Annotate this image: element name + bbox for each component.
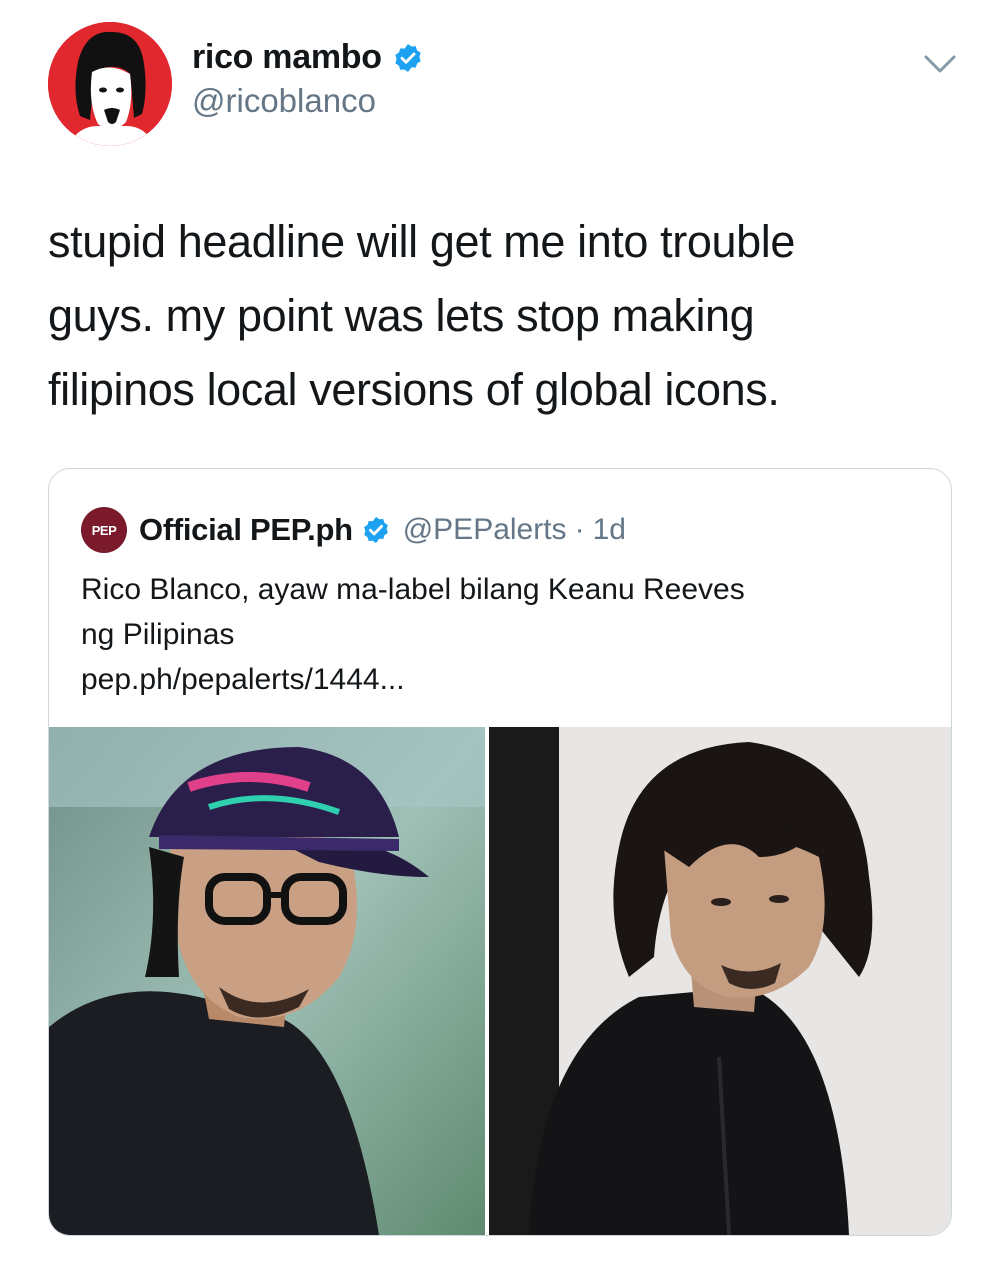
- tweet-text-line: guys. my point was lets stop making: [48, 290, 755, 341]
- quoted-timestamp[interactable]: 1d: [593, 513, 626, 547]
- quoted-text-line: Rico Blanco, ayaw ma-label bilang Keanu …: [81, 573, 745, 606]
- author-name-row[interactable]: rico mambo: [192, 38, 424, 77]
- separator-dot: ·: [574, 513, 585, 546]
- avatar[interactable]: [48, 22, 172, 146]
- verified-badge-icon: [395, 43, 421, 72]
- quoted-author-handle[interactable]: @PEPalerts: [403, 513, 567, 547]
- tweet-text-line: filipinos local versions of global icons…: [48, 364, 780, 415]
- quoted-tweet-card[interactable]: PEP Official PEP.ph @PEPalerts · 1d Rico…: [48, 468, 952, 1236]
- quoted-author-name[interactable]: Official PEP.ph: [139, 512, 353, 548]
- quoted-tweet-header: PEP Official PEP.ph @PEPalerts · 1d: [81, 507, 626, 553]
- tweet-text-line: stupid headline will get me into trouble: [48, 216, 795, 267]
- pep-logo-avatar[interactable]: PEP: [81, 507, 127, 553]
- chevron-down-icon[interactable]: [922, 52, 958, 76]
- quoted-text-line: ng Pilipinas: [81, 618, 235, 651]
- quoted-link[interactable]: pep.ph/pepalerts/1444...: [81, 657, 921, 702]
- quoted-tweet-text: Rico Blanco, ayaw ma-label bilang Keanu …: [81, 567, 921, 702]
- author-handle[interactable]: @ricoblanco: [192, 82, 376, 120]
- photo-man-long-hair[interactable]: [489, 727, 951, 1235]
- quoted-media: [49, 727, 951, 1235]
- photo-man-in-cap[interactable]: [49, 727, 485, 1235]
- tweet-text: stupid headline will get me into trouble…: [48, 205, 948, 427]
- author-display-name[interactable]: rico mambo: [192, 38, 382, 77]
- verified-badge-icon: [363, 516, 388, 544]
- caricature-avatar-icon: [48, 22, 172, 146]
